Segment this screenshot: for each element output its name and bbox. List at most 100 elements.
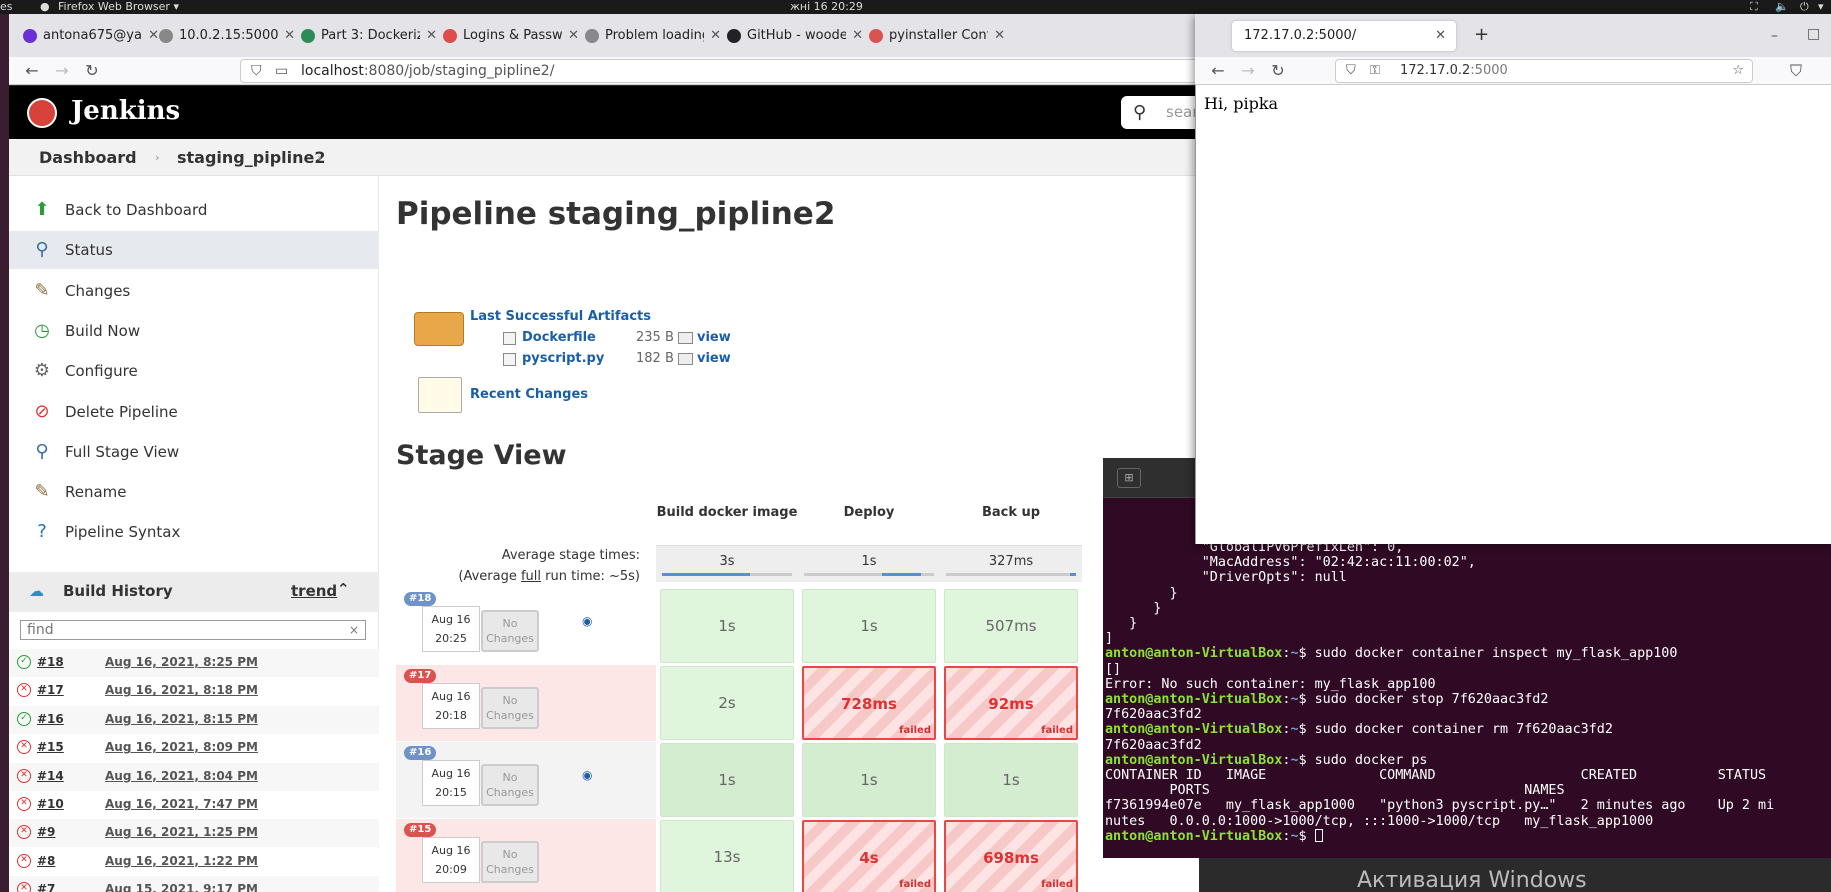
- fingerprint-icon[interactable]: [678, 332, 693, 344]
- browser-tab[interactable]: GitHub - wooder ✕: [727, 22, 863, 49]
- minimize-icon[interactable]: –: [1771, 28, 1778, 44]
- close-icon[interactable]: ✕: [426, 28, 437, 43]
- build-number-link[interactable]: #15: [37, 740, 64, 754]
- sidebar-item-configure[interactable]: ⚙ Configure: [9, 352, 379, 390]
- build-number-link[interactable]: #7: [37, 882, 55, 892]
- jenkins-logo-icon[interactable]: [27, 98, 57, 128]
- browser-tab[interactable]: Part 3: Dockeriz ✕: [301, 22, 437, 49]
- build-date-link[interactable]: Aug 16, 2021, 8:09 PM: [105, 740, 258, 754]
- build-number-link[interactable]: #8: [37, 854, 55, 868]
- fingerprint-icon[interactable]: [678, 353, 693, 365]
- stage-cell[interactable]: 507ms: [944, 589, 1078, 663]
- stage-cell[interactable]: 1s: [802, 589, 936, 663]
- reload-icon[interactable]: ↻: [81, 61, 103, 81]
- recent-changes-link[interactable]: Recent Changes: [470, 387, 588, 402]
- back-arrow-icon[interactable]: ←: [1207, 61, 1229, 81]
- breadcrumb-job[interactable]: staging_pipline2: [177, 148, 325, 167]
- build-number-link[interactable]: #18: [37, 655, 64, 669]
- chevron-down-icon[interactable]: ▾: [1818, 0, 1824, 13]
- build-number-link[interactable]: #16: [37, 712, 64, 726]
- trend-link[interactable]: trend: [291, 582, 337, 600]
- sidebar-item-pipeline-syntax[interactable]: ? Pipeline Syntax: [9, 513, 379, 551]
- terminal[interactable]: "GlobalIPv6PrefixLen": 0, "MacAddress": …: [1103, 498, 1831, 858]
- browser-2-url-bar[interactable]: ⛉ ⚿ 172.17.0.2:5000 ☆: [1335, 59, 1753, 83]
- new-tab-plus-icon[interactable]: +: [1474, 24, 1489, 45]
- stage-cell[interactable]: 1s: [802, 743, 936, 817]
- close-icon[interactable]: ✕: [710, 28, 721, 43]
- sidebar-item-full-stage-view[interactable]: ⚲ Full Stage View: [9, 433, 379, 471]
- stage-cell[interactable]: 4s failed: [802, 820, 936, 892]
- sidebar-item-changes[interactable]: ✎ Changes: [9, 272, 379, 310]
- build-badge[interactable]: #17: [404, 669, 437, 683]
- build-history-row[interactable]: ✕ #8 Aug 16, 2021, 1:22 PM: [9, 847, 379, 876]
- build-number-link[interactable]: #9: [37, 825, 55, 839]
- build-history-find-input[interactable]: find ×: [20, 620, 366, 640]
- artifact-dockerfile-view[interactable]: view: [697, 330, 731, 345]
- url-bar[interactable]: ⛉ ▭ localhost:8080/job/staging_pipline2/: [240, 59, 1200, 83]
- browser-tab[interactable]: pyinstaller Confi ✕: [869, 22, 1005, 49]
- build-date-link[interactable]: Aug 16, 2021, 8:18 PM: [105, 683, 258, 697]
- power-icon[interactable]: ⏻: [1800, 0, 1809, 13]
- sidebar-item-delete-pipeline[interactable]: ⊘ Delete Pipeline: [9, 393, 379, 431]
- close-icon[interactable]: ✕: [568, 28, 579, 43]
- build-history-row[interactable]: ✕ #17 Aug 16, 2021, 8:18 PM: [9, 677, 379, 706]
- build-date-link[interactable]: Aug 16, 2021, 1:25 PM: [105, 825, 258, 839]
- search-input[interactable]: ⚲ sear: [1121, 96, 1201, 129]
- build-history-row[interactable]: ✕ #14 Aug 16, 2021, 8:04 PM: [9, 762, 379, 791]
- build-history-row[interactable]: ✕ #10 Aug 16, 2021, 7:47 PM: [9, 791, 379, 819]
- forward-arrow-icon[interactable]: →: [51, 61, 73, 81]
- clear-icon[interactable]: ×: [349, 621, 359, 639]
- build-badge[interactable]: #16: [404, 746, 437, 760]
- back-arrow-icon[interactable]: ←: [21, 61, 43, 81]
- sidebar-item-back-to-dashboard[interactable]: ⬆ Back to Dashboard: [9, 191, 379, 229]
- breadcrumb-dashboard[interactable]: Dashboard: [39, 148, 137, 167]
- build-date-link[interactable]: Aug 16, 2021, 7:47 PM: [105, 797, 258, 811]
- build-badge[interactable]: #18: [404, 592, 437, 606]
- build-number-link[interactable]: #10: [37, 797, 64, 811]
- stage-cell[interactable]: 1s: [660, 743, 794, 817]
- stage-cell[interactable]: 698ms failed: [944, 820, 1078, 892]
- forward-arrow-icon[interactable]: →: [1237, 61, 1259, 81]
- browser-tab[interactable]: 10.0.2.15:5000/ ✕: [159, 22, 295, 49]
- last-successful-artifacts-link[interactable]: Last Successful Artifacts: [470, 309, 651, 324]
- clock[interactable]: жні 16 20:29: [790, 0, 863, 13]
- build-number-link[interactable]: #14: [37, 769, 64, 783]
- build-number-link[interactable]: #17: [37, 683, 64, 697]
- build-date-link[interactable]: Aug 16, 2021, 8:15 PM: [105, 712, 258, 726]
- sidebar-item-status[interactable]: ⚲ Status: [9, 231, 379, 270]
- close-icon[interactable]: ✕: [148, 28, 159, 43]
- build-date-link[interactable]: Aug 16, 2021, 8:04 PM: [105, 769, 258, 783]
- network-icon[interactable]: ⛶: [1750, 0, 1758, 13]
- build-date-link[interactable]: Aug 16, 2021, 8:25 PM: [105, 655, 258, 669]
- build-date-link[interactable]: Aug 15, 2021, 9:17 PM: [105, 882, 258, 892]
- reload-icon[interactable]: ↻: [1267, 61, 1289, 81]
- stage-cell[interactable]: 728ms failed: [802, 666, 936, 740]
- artifact-dockerfile-link[interactable]: Dockerfile: [522, 330, 596, 345]
- app-menu[interactable]: Firefox Web Browser ▾: [58, 0, 179, 13]
- pocket-icon[interactable]: ⛉: [1785, 61, 1807, 81]
- close-icon[interactable]: ✕: [284, 28, 295, 43]
- stage-cell[interactable]: 92ms failed: [944, 666, 1078, 740]
- build-date-link[interactable]: Aug 16, 2021, 1:22 PM: [105, 854, 258, 868]
- new-tab-icon[interactable]: ⊞: [1117, 468, 1141, 488]
- build-badge[interactable]: #15: [404, 823, 437, 837]
- stage-cell[interactable]: 13s: [660, 820, 794, 892]
- log-eye-icon[interactable]: ◉: [582, 768, 592, 782]
- stage-cell[interactable]: 1s: [660, 589, 794, 663]
- sidebar-item-build-now[interactable]: ◷ Build Now: [9, 312, 379, 350]
- sidebar-item-rename[interactable]: ✎ Rename: [9, 473, 379, 511]
- close-icon[interactable]: ✕: [852, 28, 863, 43]
- build-history-row[interactable]: ✕ #9 Aug 16, 2021, 1:25 PM: [9, 819, 379, 848]
- jenkins-brand[interactable]: Jenkins: [71, 96, 180, 126]
- artifact-pyscript-link[interactable]: pyscript.py: [522, 351, 604, 366]
- artifact-pyscript-view[interactable]: view: [697, 351, 731, 366]
- close-icon[interactable]: ✕: [994, 28, 1005, 43]
- browser-tab[interactable]: antona675@yah ✕: [23, 22, 159, 49]
- browser-2-tab[interactable]: 172.17.0.2:5000/ ✕: [1232, 21, 1456, 51]
- chevron-up-icon[interactable]: ⌃: [337, 580, 350, 598]
- build-history-row[interactable]: ✓ #16 Aug 16, 2021, 8:15 PM: [9, 705, 379, 734]
- bookmark-star-icon[interactable]: ☆: [1732, 60, 1744, 82]
- build-history-row[interactable]: ✕ #15 Aug 16, 2021, 8:09 PM: [9, 734, 379, 763]
- build-history-row[interactable]: ✕ #7 Aug 15, 2021, 9:17 PM: [9, 876, 379, 892]
- maximize-icon[interactable]: □: [1807, 26, 1820, 42]
